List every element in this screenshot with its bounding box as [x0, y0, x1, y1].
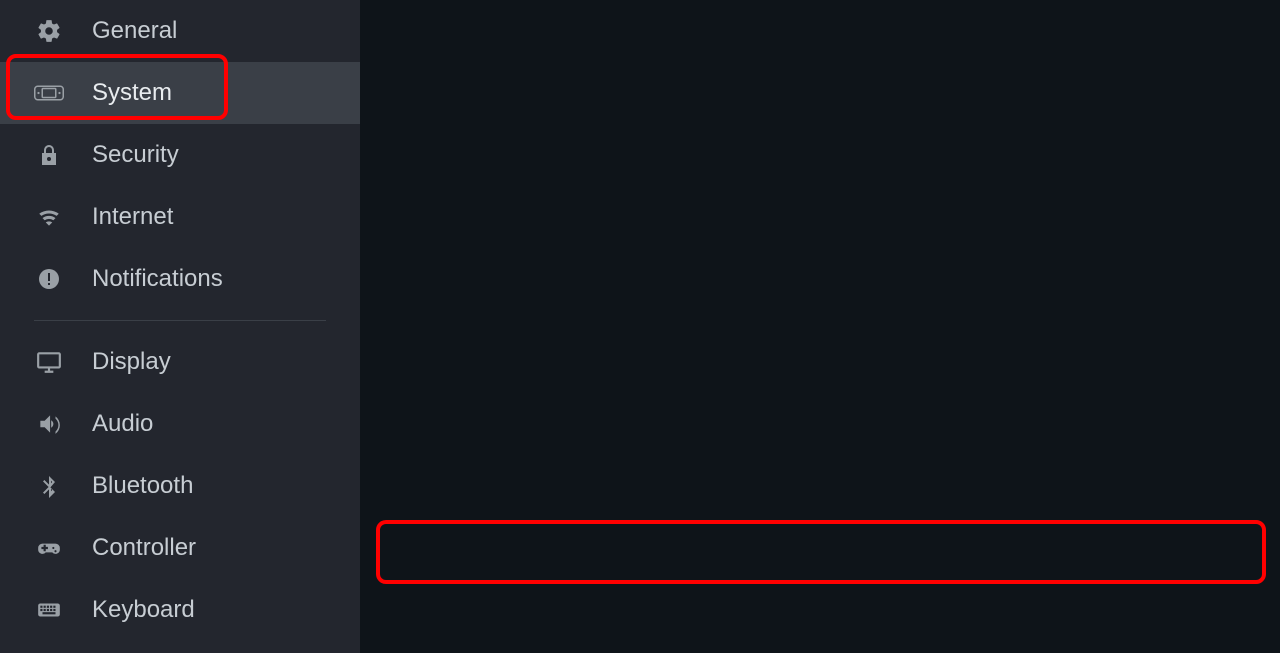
- sidebar-item-label: Controller: [92, 534, 196, 562]
- lock-icon: [34, 140, 64, 170]
- bluetooth-icon: [34, 471, 64, 501]
- sidebar-item-display[interactable]: Display: [0, 331, 360, 393]
- sidebar-item-label: Display: [92, 348, 171, 376]
- controller-icon: [34, 533, 64, 563]
- sidebar-item-label: System: [92, 79, 172, 107]
- annotation-controller-id: [376, 520, 1266, 584]
- sidebar-item-label: Bluetooth: [92, 472, 193, 500]
- display-icon: [34, 347, 64, 377]
- keyboard-icon: [34, 595, 64, 625]
- speaker-icon: [34, 409, 64, 439]
- sidebar-item-system[interactable]: System: [0, 62, 360, 124]
- sidebar-item-label: Internet: [92, 203, 173, 231]
- gear-icon: [34, 16, 64, 46]
- sidebar-item-keyboard[interactable]: Keyboard: [0, 579, 360, 641]
- sidebar-item-label: Keyboard: [92, 596, 195, 624]
- sidebar-item-label: Audio: [92, 410, 153, 438]
- sidebar-item-label: Notifications: [92, 265, 223, 293]
- wifi-icon: [34, 202, 64, 232]
- sidebar-item-internet[interactable]: Internet: [0, 186, 360, 248]
- sidebar-item-general[interactable]: General: [0, 0, 360, 62]
- sidebar-item-security[interactable]: Security: [0, 124, 360, 186]
- sidebar-item-audio[interactable]: Audio: [0, 393, 360, 455]
- sidebar-item-controller[interactable]: Controller: [0, 517, 360, 579]
- sidebar-divider: [34, 320, 326, 321]
- steamdeck-icon: [34, 78, 64, 108]
- sidebar-item-notifications[interactable]: Notifications: [0, 248, 360, 310]
- settings-sidebar: General System Security Internet Notific…: [0, 0, 360, 653]
- alert-icon: [34, 264, 64, 294]
- sidebar-item-label: General: [92, 17, 177, 45]
- sidebar-item-label: Security: [92, 141, 179, 169]
- sidebar-item-bluetooth[interactable]: Bluetooth: [0, 455, 360, 517]
